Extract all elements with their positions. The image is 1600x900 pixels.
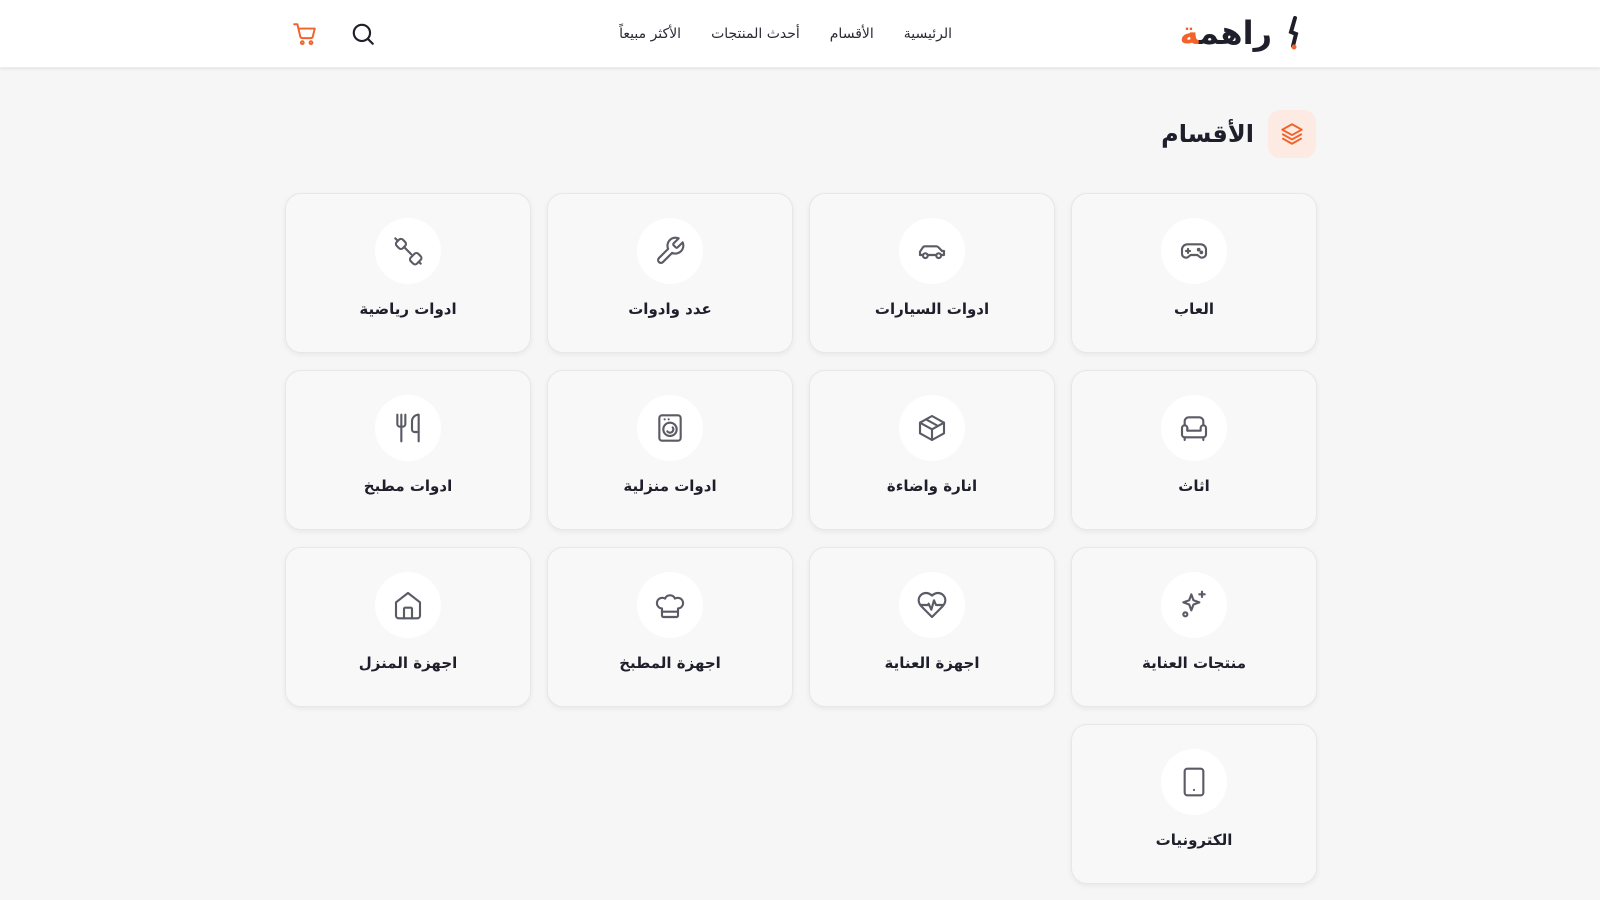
tablet-icon	[1161, 749, 1227, 815]
header-actions	[290, 18, 378, 50]
wrench-icon	[637, 218, 703, 284]
category-card-car-tools[interactable]: ادوات السيارات	[809, 193, 1055, 353]
nav-categories[interactable]: الأقسام	[830, 26, 874, 42]
home-icon	[375, 572, 441, 638]
category-card-electronics[interactable]: الكترونيات	[1071, 724, 1317, 884]
cart-icon	[292, 21, 318, 47]
nav-latest-products[interactable]: أحدث المنتجات	[711, 26, 800, 42]
logo-text: راهمة	[1179, 14, 1273, 52]
category-label: الكترونيات	[1155, 831, 1233, 849]
page-title: الأقسام	[1161, 120, 1254, 148]
category-label: اجهزة العناية	[884, 654, 980, 672]
main-nav: الرئيسية الأقسام أحدث المنتجات الأكثر مب…	[619, 0, 952, 68]
logo-mark-icon	[1286, 16, 1302, 50]
gamepad-icon	[1161, 218, 1227, 284]
category-card-care-devices[interactable]: اجهزة العناية	[809, 547, 1055, 707]
category-label: ادوات رياضية	[359, 300, 457, 318]
nav-best-sellers[interactable]: الأكثر مبيعاً	[619, 26, 681, 42]
category-card-kitchen-appliances[interactable]: اجهزة المطبخ	[547, 547, 793, 707]
category-card-kitchen-tools[interactable]: ادوات مطبخ	[285, 370, 531, 530]
category-card-sports[interactable]: ادوات رياضية	[285, 193, 531, 353]
category-label: انارة واضاءة	[886, 477, 978, 495]
category-label: منتجات العناية	[1142, 654, 1246, 672]
category-label: اثاث	[1178, 477, 1210, 495]
logo[interactable]: راهمة	[1180, 10, 1302, 56]
dumbbell-icon	[375, 218, 441, 284]
washing-machine-icon	[637, 395, 703, 461]
categories-grid: العاب ادوات السيارات عدد وادوات ادوات ري…	[283, 193, 1317, 884]
category-label: ادوات مطبخ	[363, 477, 453, 495]
cart-button[interactable]	[290, 19, 320, 49]
layers-icon	[1268, 110, 1316, 158]
category-card-lighting[interactable]: انارة واضاءة	[809, 370, 1055, 530]
category-label: اجهزة المنزل	[358, 654, 458, 672]
category-label: عدد وادوات	[628, 300, 712, 318]
category-card-home-appliances[interactable]: اجهزة المنزل	[285, 547, 531, 707]
utensils-icon	[375, 395, 441, 461]
category-label: ادوات منزلية	[623, 477, 717, 495]
category-card-care-products[interactable]: منتجات العناية	[1071, 547, 1317, 707]
category-label: العاب	[1174, 300, 1214, 318]
category-card-furniture[interactable]: اثاث	[1071, 370, 1317, 530]
section-header: الأقسام	[1161, 110, 1316, 158]
nav-home[interactable]: الرئيسية	[904, 26, 952, 42]
search-button[interactable]	[348, 19, 378, 49]
category-label: ادوات السيارات	[874, 300, 990, 318]
search-icon	[350, 21, 376, 47]
sofa-icon	[1161, 395, 1227, 461]
category-card-tools[interactable]: عدد وادوات	[547, 193, 793, 353]
category-card-home-tools[interactable]: ادوات منزلية	[547, 370, 793, 530]
heart-pulse-icon	[899, 572, 965, 638]
sparkles-icon	[1161, 572, 1227, 638]
category-card-games[interactable]: العاب	[1071, 193, 1317, 353]
site-header: راهمة الرئيسية الأقسام أحدث المنتجات الأ…	[0, 0, 1600, 68]
box-icon	[899, 395, 965, 461]
chef-hat-icon	[637, 572, 703, 638]
car-icon	[899, 218, 965, 284]
category-label: اجهزة المطبخ	[619, 654, 721, 672]
